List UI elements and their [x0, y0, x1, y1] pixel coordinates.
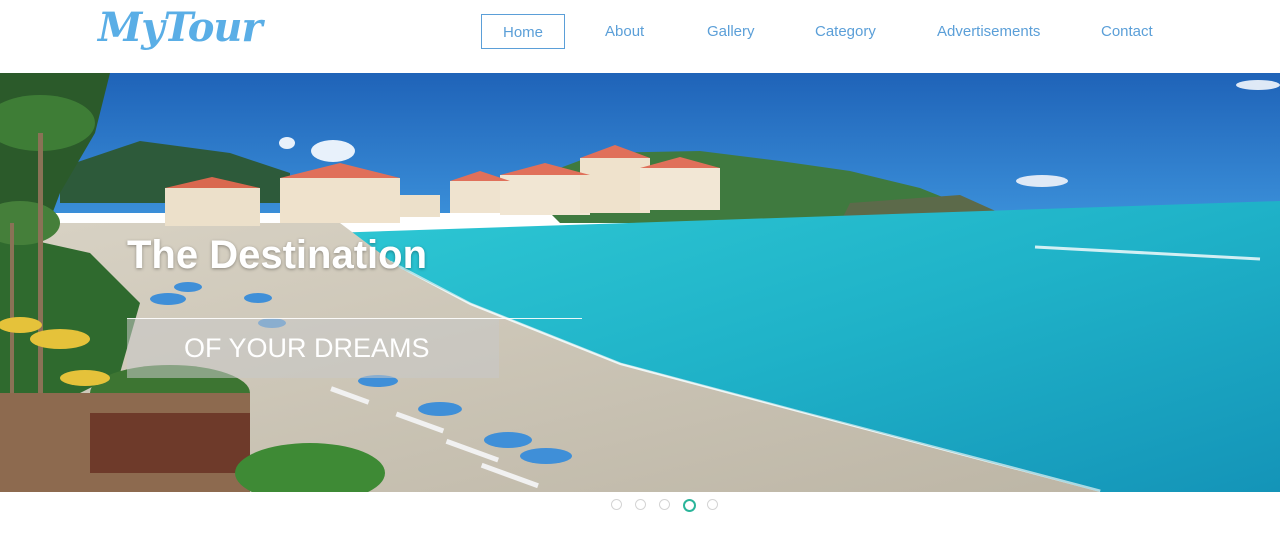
- hero-slider: The Destination OF YOUR DREAMS: [0, 73, 1280, 492]
- nav-gallery[interactable]: Gallery: [707, 14, 755, 49]
- site-header: MyTour Home About Gallery Category Adver…: [0, 0, 1280, 73]
- slider-dot-3[interactable]: [659, 499, 670, 510]
- slider-dot-5[interactable]: [707, 499, 718, 510]
- main-nav: Home About Gallery Category Advertisemen…: [0, 14, 1280, 50]
- hero-subtitle-box: OF YOUR DREAMS: [127, 319, 499, 378]
- slider-dot-2[interactable]: [635, 499, 646, 510]
- nav-contact[interactable]: Contact: [1101, 14, 1153, 49]
- nav-category[interactable]: Category: [815, 14, 876, 49]
- hero-background-image: [0, 73, 1280, 492]
- nav-home[interactable]: Home: [481, 14, 565, 49]
- hero-subtitle: OF YOUR DREAMS: [184, 333, 430, 363]
- slider-dot-4[interactable]: [683, 499, 696, 512]
- hero-title: The Destination: [127, 233, 428, 277]
- nav-about[interactable]: About: [605, 14, 644, 49]
- slider-dot-1[interactable]: [611, 499, 622, 510]
- nav-advertisements[interactable]: Advertisements: [937, 14, 1040, 49]
